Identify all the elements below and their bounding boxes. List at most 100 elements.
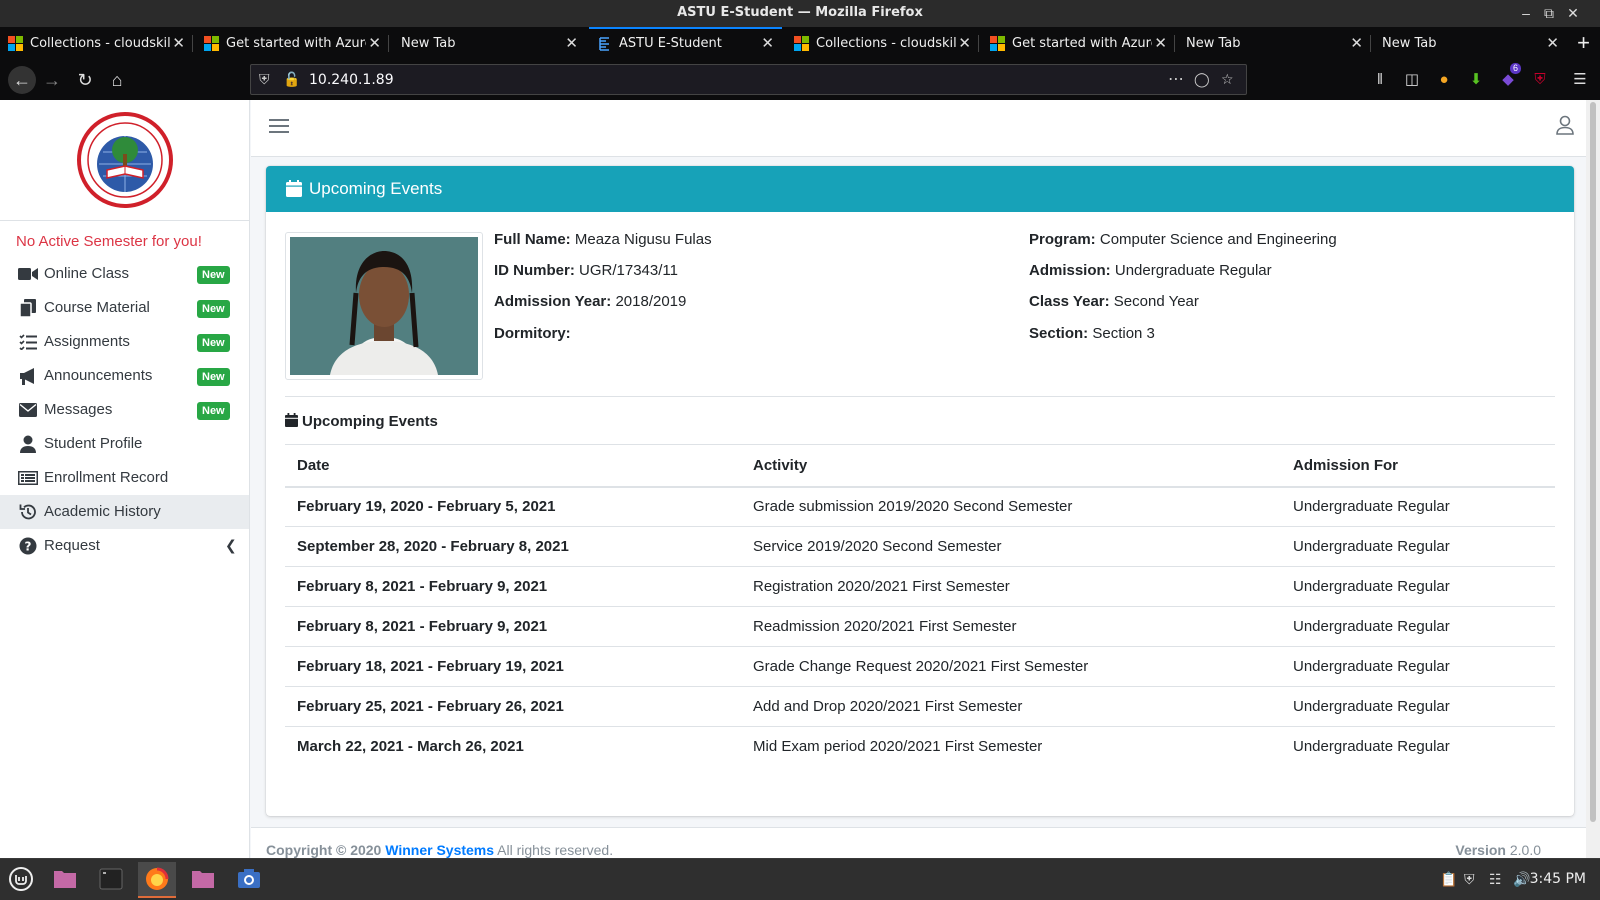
university-logo[interactable] [77,112,173,208]
event-date: February 18, 2021 - February 19, 2021 [285,646,741,687]
url-bar[interactable]: ⛨ 🔓 10.240.1.89 ⋯ ◯ ☆ [250,64,1247,95]
sidebar-item-enrollment-record[interactable]: Enrollment Record [0,461,249,495]
chevron-left-icon[interactable]: ❮ [225,537,237,554]
user-icon [18,434,38,454]
linux-mint-icon [9,867,33,891]
home-icon[interactable]: ⌂ [105,68,129,92]
tab-newtab-2[interactable]: New Tab ✕ [1178,27,1371,60]
sidebar-item-course-material[interactable]: Course Material New [0,291,249,325]
close-window-icon[interactable]: ✕ [1564,4,1582,22]
close-tab-icon[interactable]: ✕ [172,34,185,52]
sidebar-toggle-icon[interactable]: ◫ [1401,69,1423,91]
taskbar-screenshot[interactable] [230,862,268,898]
table-header-row: Date Activity Admission For [285,444,1555,488]
sidebar-item-label: Academic History [44,503,161,520]
tab-newtab-3[interactable]: New Tab ✕ [1374,27,1567,60]
sidebar-item-label: Request [44,537,100,554]
menu-icon[interactable]: ☰ [1569,69,1591,91]
event-activity: Service 2019/2020 Second Semester [741,526,1281,567]
history-icon [18,502,38,522]
minimize-icon[interactable]: – [1517,4,1535,22]
url-text[interactable]: 10.240.1.89 [309,72,394,88]
reload-icon[interactable]: ↻ [73,68,97,92]
sidebar-item-label: Online Class [44,265,130,282]
program-value: Computer Science and Engineering [1099,231,1337,248]
close-tab-icon[interactable]: ✕ [1350,34,1363,52]
event-date: February 19, 2020 - February 5, 2021 [285,486,741,527]
column-header-activity[interactable]: Activity [741,444,1281,488]
top-navbar [251,100,1586,157]
new-tab-plus-icon[interactable]: + [1577,31,1590,55]
page-scrollbar[interactable] [1586,100,1600,858]
column-header-date[interactable]: Date [285,444,741,488]
close-tab-icon[interactable]: ✕ [761,34,774,52]
clipboard-icon[interactable]: 📋 [1440,871,1457,888]
pocket-icon[interactable]: ◯ [1194,71,1210,88]
hamburger-menu-icon[interactable] [269,115,289,135]
network-icon[interactable]: ☷ [1489,871,1502,888]
scrollbar-thumb[interactable] [1590,102,1596,822]
admission-value: Undergraduate Regular [1114,262,1272,279]
tab-astu-estudent[interactable]: ASTU E-Student ✕ [589,27,782,60]
table-row: March 22, 2021 - March 26, 2021 Mid Exam… [285,726,1555,767]
table-row: February 18, 2021 - February 19, 2021 Gr… [285,646,1555,687]
start-menu-button[interactable] [2,862,40,898]
close-tab-icon[interactable]: ✕ [1546,34,1559,52]
admission-field: Admission: Undergraduate Regular [1029,262,1272,279]
new-badge: New [197,368,230,386]
clock[interactable]: 3:45 PM [1530,871,1586,887]
sidebar-item-label: Assignments [44,333,130,350]
company-link[interactable]: Winner Systems [385,842,494,858]
sidebar-item-student-profile[interactable]: Student Profile [0,427,249,461]
close-tab-icon[interactable]: ✕ [565,34,578,52]
tab-azure-2[interactable]: Get started with Azure ✕ [982,27,1175,60]
sidebar-item-online-class[interactable]: Online Class New [0,257,249,291]
field-label: ID Number: [494,262,575,279]
extension-icon[interactable]: ◆ 6 [1497,63,1522,91]
sidebar-item-label: Messages [44,401,113,418]
close-tab-icon[interactable]: ✕ [1154,34,1167,52]
bookmark-star-icon[interactable]: ☆ [1221,71,1234,88]
event-admission-for: Undergraduate Regular [1281,606,1555,647]
sidebar-item-academic-history[interactable]: Academic History [0,495,249,529]
back-arrow-icon[interactable]: ← [8,66,36,94]
window-titlebar: ASTU E-Student — Mozilla Firefox – ⧉ ✕ [0,0,1600,27]
sidebar-item-announcements[interactable]: Announcements New [0,359,249,393]
list-icon [18,468,38,488]
sidebar-item-messages[interactable]: Messages New [0,393,249,427]
column-header-admission-for[interactable]: Admission For [1281,444,1555,488]
close-tab-icon[interactable]: ✕ [368,34,381,52]
tab-newtab-1[interactable]: New Tab ✕ [393,27,586,60]
page-actions-icon[interactable]: ⋯ [1168,69,1184,89]
taskbar: 📋 ⛨ ☷ 🔊 3:45 PM [0,858,1600,900]
page-footer: Copyright © 2020 Winner Systems All righ… [251,827,1586,858]
close-tab-icon[interactable]: ✕ [958,34,971,52]
volume-icon[interactable]: 🔊 [1513,871,1530,888]
ublock-icon[interactable]: ⛨ [1529,69,1551,91]
card-title: Upcoming Events [309,179,443,198]
shield-icon[interactable]: ⛨ [259,71,270,88]
insecure-lock-icon[interactable]: 🔓 [283,71,300,88]
tab-label: Get started with Azure [1012,36,1152,51]
full-name-field: Full Name: Meaza Nigusu Fulas [494,231,712,248]
shield-tray-icon[interactable]: ⛨ [1464,871,1475,888]
cookie-extension-icon[interactable]: ● [1433,69,1455,91]
taskbar-files-2[interactable] [184,862,222,898]
user-account-icon[interactable] [1554,114,1576,136]
tab-collections-2[interactable]: Collections - cloudskill ✕ [786,27,979,60]
field-label: Class Year: [1029,293,1110,310]
tab-azure-1[interactable]: Get started with Azure ✕ [196,27,389,60]
library-icon[interactable]: ‖ [1369,69,1391,91]
field-label: Program: [1029,231,1096,248]
forward-arrow-icon[interactable]: → [40,68,64,92]
tab-collections-1[interactable]: Collections - cloudskill ✕ [0,27,193,60]
sidebar-item-assignments[interactable]: Assignments New [0,325,249,359]
taskbar-files-1[interactable] [46,862,84,898]
sidebar-item-request[interactable]: ? Request ❮ [0,529,249,563]
sidebar-item-label: Enrollment Record [44,469,169,486]
maximize-icon[interactable]: ⧉ [1540,4,1558,22]
card-header: Upcoming Events [266,166,1574,212]
download-extension-icon[interactable]: ⬇ [1465,69,1487,91]
taskbar-terminal[interactable] [92,862,130,898]
taskbar-firefox[interactable] [138,862,176,898]
